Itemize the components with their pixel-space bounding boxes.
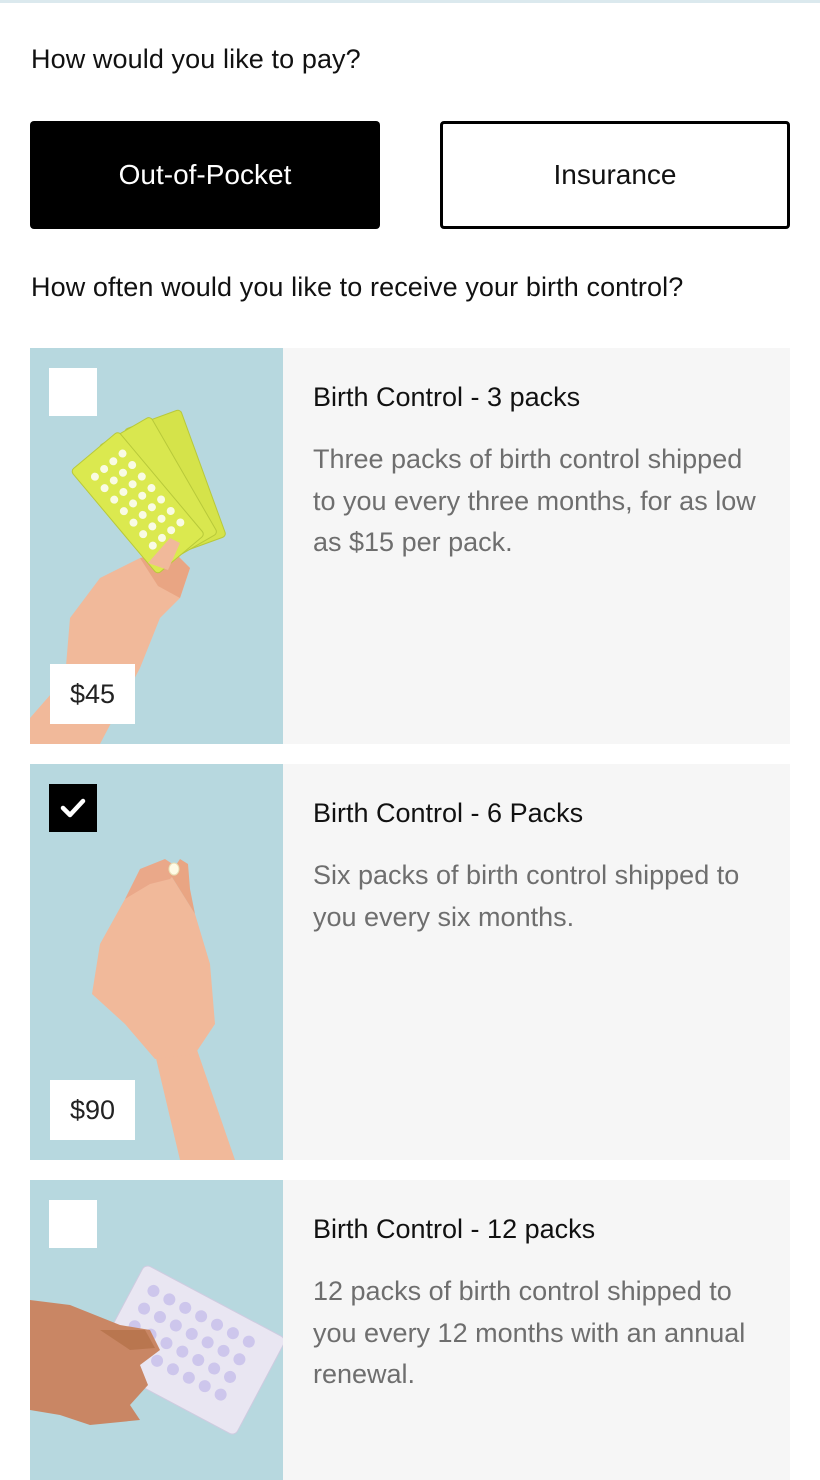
- product-checkbox-3-packs[interactable]: [49, 368, 97, 416]
- payment-question: How would you like to pay?: [31, 44, 361, 74]
- price-badge-3-packs: $45: [50, 664, 136, 724]
- product-title-12-packs: Birth Control - 12 packs: [313, 1214, 596, 1244]
- product-title-6-packs: Birth Control - 6 Packs: [313, 798, 584, 828]
- price-badge-6-packs: $90: [50, 1080, 136, 1140]
- checkmark-icon: [60, 798, 86, 818]
- product-description-3-packs: Three packs of birth control shipped to …: [313, 444, 756, 557]
- product-image-12-packs: [30, 1180, 283, 1480]
- product-card-6-packs[interactable]: $90 Birth Control - 6 Packs Six packs of…: [30, 764, 790, 1160]
- product-image-6-packs: $90: [30, 764, 283, 1160]
- product-card-3-packs[interactable]: $45 Birth Control - 3 packs Three packs …: [30, 348, 790, 744]
- top-divider: [0, 0, 820, 3]
- out-of-pocket-button[interactable]: Out-of-Pocket: [30, 121, 380, 229]
- product-card-12-packs[interactable]: Birth Control - 12 packs 12 packs of bir…: [30, 1180, 790, 1480]
- product-title-3-packs: Birth Control - 3 packs: [313, 382, 581, 412]
- product-checkbox-6-packs[interactable]: [49, 784, 97, 832]
- frequency-question: How often would you like to receive your…: [31, 272, 684, 302]
- product-description-6-packs: Six packs of birth control shipped to yo…: [313, 860, 740, 932]
- product-checkbox-12-packs[interactable]: [49, 1200, 97, 1248]
- insurance-button[interactable]: Insurance: [440, 121, 790, 229]
- product-image-3-packs: $45: [30, 348, 283, 744]
- product-description-12-packs: 12 packs of birth control shipped to you…: [313, 1276, 746, 1389]
